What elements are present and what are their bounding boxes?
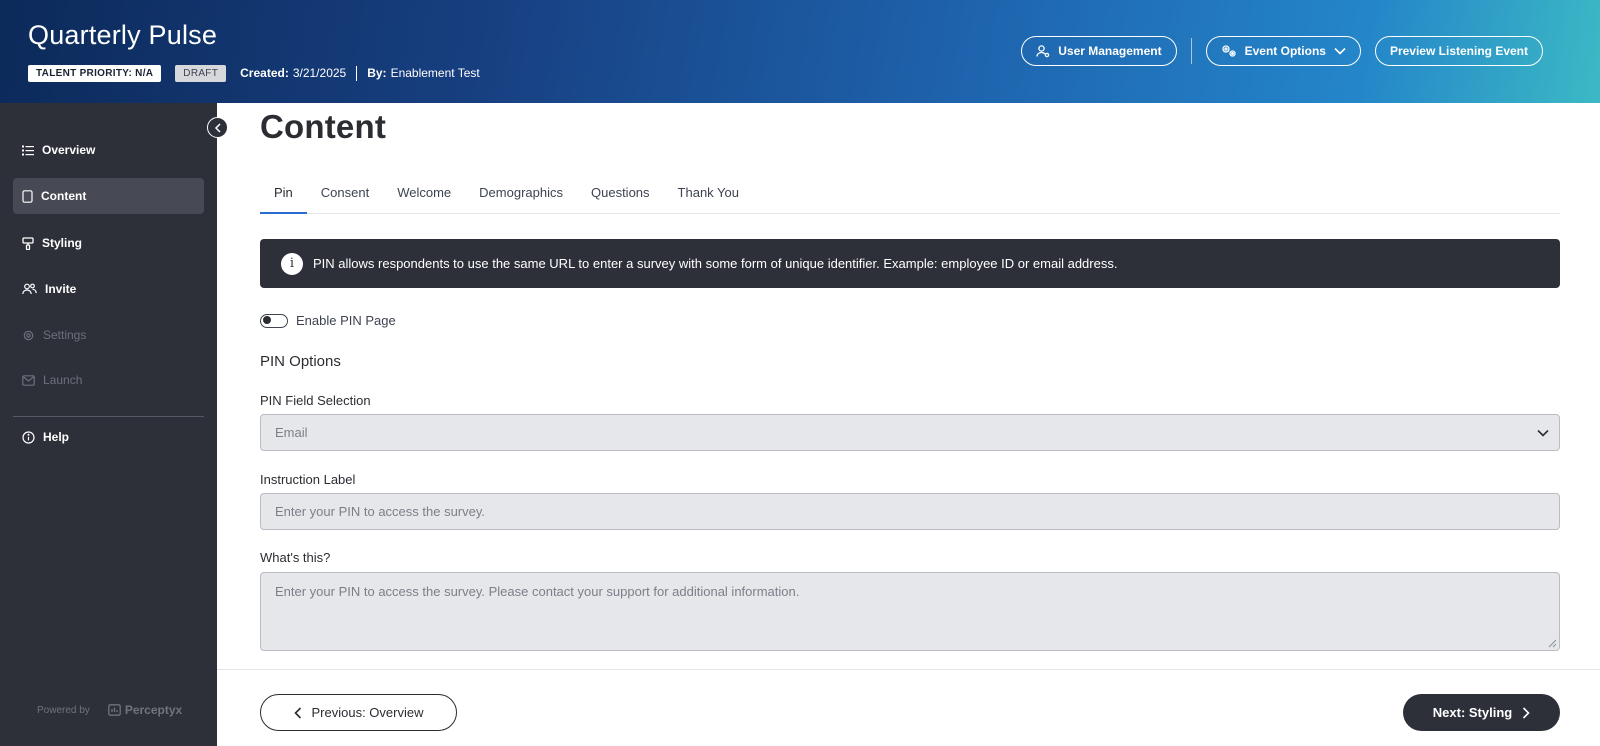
instruction-placeholder: Enter your PIN to access the survey. [275, 504, 486, 519]
preview-label: Preview Listening Event [1389, 44, 1528, 58]
chevron-left-icon [214, 122, 221, 133]
user-management-label: User Management [1058, 44, 1162, 58]
brand-name: Perceptyx [124, 703, 183, 717]
chevron-left-icon [293, 706, 301, 719]
tab-questions[interactable]: Questions [577, 175, 664, 214]
sidebar-divider [13, 416, 204, 417]
event-title: Quarterly Pulse [28, 20, 218, 50]
info-icon [22, 430, 35, 444]
tab-pin[interactable]: Pin [260, 175, 307, 214]
tab-thank-you[interactable]: Thank You [664, 175, 753, 214]
instruction-label-input[interactable]: Enter your PIN to access the survey. [260, 493, 1560, 530]
collapse-sidebar-button[interactable] [207, 117, 228, 138]
content-tabs: Pin Consent Welcome Demographics Questio… [260, 175, 1560, 214]
sidebar-item-label: Help [43, 430, 70, 444]
header-divider [1190, 38, 1192, 64]
sidebar: Overview Content Styling Invite Settings… [0, 103, 217, 746]
meta-divider [356, 65, 358, 81]
event-meta: TALENT PRIORITY: N/A DRAFT Created: 3/21… [28, 64, 480, 82]
powered-by-label: Powered by [37, 704, 90, 716]
perceptyx-logo: Perceptyx [107, 703, 183, 717]
list-icon [22, 145, 34, 155]
pin-field-selection-label: PIN Field Selection [260, 393, 371, 408]
status-badge: DRAFT [175, 64, 227, 82]
sidebar-item-label: Styling [42, 236, 83, 250]
gear-icon [23, 330, 34, 340]
pin-options-heading: PIN Options [260, 353, 341, 370]
pin-info-banner: i PIN allows respondents to use the same… [260, 239, 1560, 288]
whats-this-label: What's this? [260, 550, 331, 565]
sidebar-item-label: Content [41, 189, 87, 203]
chevron-down-icon [1334, 47, 1346, 55]
next-label: Next: Styling [1432, 705, 1513, 720]
brand-mark-icon [107, 704, 121, 716]
resize-grip-icon[interactable] [1548, 639, 1557, 648]
sidebar-item-content[interactable]: Content [13, 178, 204, 214]
banner-text: PIN allows respondents to use the same U… [313, 256, 1118, 271]
tab-demographics[interactable]: Demographics [465, 175, 577, 214]
by-value: Enablement Test [390, 66, 480, 80]
page-title: Content [260, 108, 387, 145]
tab-consent[interactable]: Consent [307, 175, 383, 214]
user-gear-icon [1036, 45, 1050, 58]
sidebar-item-label: Overview [42, 143, 96, 157]
whats-this-textarea[interactable]: Enter your PIN to access the survey. Ple… [260, 572, 1560, 651]
sidebar-item-label: Launch [43, 373, 83, 387]
powered-by: Powered by Perceptyx [37, 703, 182, 717]
sidebar-item-styling[interactable]: Styling [13, 225, 204, 261]
chevron-down-icon [1537, 429, 1549, 437]
preview-listening-event-button[interactable]: Preview Listening Event [1374, 36, 1543, 66]
created-label: Created: [240, 66, 289, 80]
info-circle-icon: i [281, 252, 303, 275]
paint-icon [22, 236, 34, 250]
talent-priority-badge: TALENT PRIORITY: N/A [28, 64, 162, 82]
next-styling-button[interactable]: Next: Styling [1403, 694, 1560, 731]
gears-icon [1221, 45, 1236, 57]
user-management-button[interactable]: User Management [1021, 36, 1177, 66]
document-icon [22, 189, 33, 203]
whats-this-placeholder: Enter your PIN to access the survey. Ple… [275, 584, 800, 599]
event-options-button[interactable]: Event Options [1205, 36, 1361, 66]
mail-icon [22, 374, 35, 386]
sidebar-item-label: Invite [45, 282, 77, 296]
sidebar-item-label: Settings [43, 328, 87, 342]
sidebar-item-help[interactable]: Help [13, 419, 204, 455]
chevron-right-icon [1523, 706, 1530, 719]
instruction-label-label: Instruction Label [260, 472, 356, 487]
by-label: By: [367, 66, 387, 80]
tab-welcome[interactable]: Welcome [383, 175, 465, 214]
enable-pin-row: Enable PIN Page [260, 313, 396, 328]
sidebar-item-settings: Settings [13, 317, 204, 353]
step-footer: Previous: Overview Next: Styling [217, 669, 1600, 746]
sidebar-item-overview[interactable]: Overview [13, 132, 204, 168]
event-options-label: Event Options [1244, 44, 1326, 58]
created-value: 3/21/2025 [292, 66, 347, 80]
previous-overview-button[interactable]: Previous: Overview [260, 694, 457, 731]
main-content: Content Pin Consent Welcome Demographics… [217, 103, 1600, 746]
pin-field-value: Email [275, 425, 308, 440]
sidebar-item-invite[interactable]: Invite [13, 271, 204, 307]
sidebar-item-launch: Launch [13, 362, 204, 398]
enable-pin-label: Enable PIN Page [296, 313, 396, 328]
enable-pin-toggle[interactable] [260, 313, 288, 328]
previous-label: Previous: Overview [311, 705, 424, 720]
pin-field-select[interactable]: Email [260, 414, 1560, 451]
people-icon [22, 283, 37, 295]
header-actions: User Management Event Options Preview Li… [1021, 36, 1543, 66]
app-header: Quarterly Pulse TALENT PRIORITY: N/A DRA… [0, 0, 1600, 103]
